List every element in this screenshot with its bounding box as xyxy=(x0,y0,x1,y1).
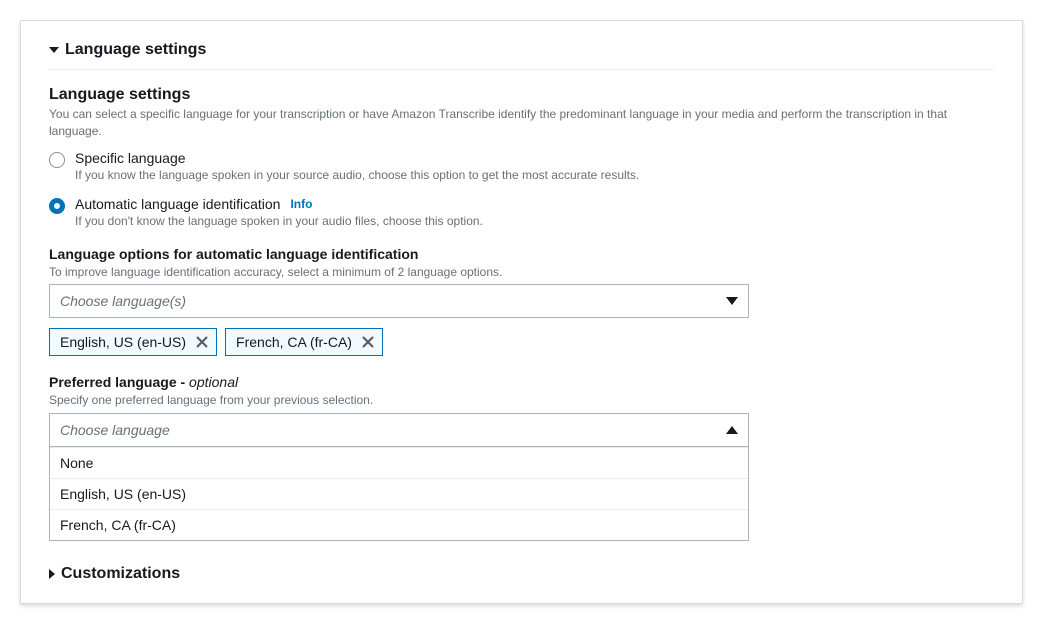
close-icon xyxy=(196,336,208,348)
close-icon xyxy=(362,336,374,348)
section-title: Customizations xyxy=(61,565,180,583)
token-french-ca: French, CA (fr-CA) xyxy=(225,328,383,356)
customizations-header[interactable]: Customizations xyxy=(49,565,994,583)
language-settings-header[interactable]: Language settings xyxy=(49,41,994,70)
radio-option-automatic[interactable]: Automatic language identification Info I… xyxy=(49,196,994,228)
dropdown-option-english[interactable]: English, US (en-US) xyxy=(50,478,748,509)
select-placeholder: Choose language(s) xyxy=(60,293,186,309)
token-label: English, US (en-US) xyxy=(60,334,186,350)
language-settings-panel: Language settings Language settings You … xyxy=(20,20,1023,604)
dropdown-option-french[interactable]: French, CA (fr-CA) xyxy=(50,509,748,540)
language-options-select[interactable]: Choose language(s) xyxy=(49,284,749,318)
preferred-language-desc: Specify one preferred language from your… xyxy=(49,392,994,409)
chevron-right-icon xyxy=(49,569,55,579)
language-settings-description: You can select a specific language for y… xyxy=(49,106,994,140)
language-options-label: Language options for automatic language … xyxy=(49,246,994,262)
chevron-down-icon xyxy=(49,47,59,53)
token-dismiss-french[interactable] xyxy=(362,336,374,348)
section-title: Language settings xyxy=(65,41,206,59)
language-options-field: Language options for automatic language … xyxy=(49,246,994,357)
token-dismiss-english[interactable] xyxy=(196,336,208,348)
token-english-us: English, US (en-US) xyxy=(49,328,217,356)
info-link[interactable]: Info xyxy=(290,197,312,211)
radio-label-specific: Specific language xyxy=(75,150,639,166)
dropdown-option-none[interactable]: None xyxy=(50,447,748,478)
preferred-language-select[interactable]: Choose language xyxy=(49,413,749,447)
preferred-language-label: Preferred language - optional xyxy=(49,374,994,390)
language-settings-body: Language settings You can select a speci… xyxy=(49,86,994,583)
radio-button-unselected[interactable] xyxy=(49,152,65,168)
radio-button-selected[interactable] xyxy=(49,198,65,214)
preferred-language-field: Preferred language - optional Specify on… xyxy=(49,374,994,541)
radio-label-automatic: Automatic language identification xyxy=(75,196,280,212)
select-placeholder: Choose language xyxy=(60,422,170,438)
radio-option-specific[interactable]: Specific language If you know the langua… xyxy=(49,150,994,182)
preferred-language-dropdown: None English, US (en-US) French, CA (fr-… xyxy=(49,447,749,541)
radio-desc-specific: If you know the language spoken in your … xyxy=(75,168,639,182)
caret-up-icon xyxy=(726,426,738,434)
caret-down-icon xyxy=(726,297,738,305)
token-label: French, CA (fr-CA) xyxy=(236,334,352,350)
language-type-radio-group: Specific language If you know the langua… xyxy=(49,150,994,228)
language-options-desc: To improve language identification accur… xyxy=(49,264,994,281)
radio-desc-automatic: If you don't know the language spoken in… xyxy=(75,214,483,228)
language-settings-heading: Language settings xyxy=(49,86,994,104)
selected-languages-tokens: English, US (en-US) French, CA (fr-CA) xyxy=(49,328,994,356)
